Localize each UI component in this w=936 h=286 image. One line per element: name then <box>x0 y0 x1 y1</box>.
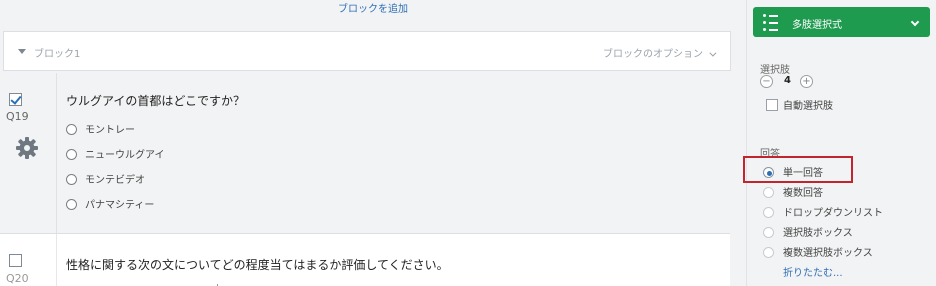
answer-label: 複数選択肢ボックス <box>783 248 873 259</box>
choice-count: 4 <box>784 75 791 86</box>
highlight-box <box>743 156 853 183</box>
question-type-label: 多肢選択式 <box>792 20 842 31</box>
add-block-link[interactable]: ブロックを追加 <box>0 0 746 15</box>
checkbox-icon <box>766 99 778 111</box>
question-select-checkbox[interactable] <box>9 254 22 267</box>
block-options-menu[interactable]: ブロックのオプション <box>603 45 717 60</box>
question-gutter: Q19 <box>0 73 56 233</box>
chevron-down-icon <box>709 49 717 57</box>
auto-choices-label: 自動選択肢 <box>783 101 833 112</box>
answer-option-select-box[interactable]: 選択肢ボックス <box>763 224 853 239</box>
block-header[interactable]: ブロック1 ブロックのオプション <box>3 31 731 71</box>
answer-label: ドロップダウンリスト <box>783 208 883 219</box>
question-number: Q19 <box>6 110 29 123</box>
radio-icon <box>66 198 77 210</box>
answer-option-multi-select-box[interactable]: 複数選択肢ボックス <box>763 244 873 259</box>
auto-choices-checkbox[interactable]: 自動選択肢 <box>766 97 833 112</box>
question-sidebar: 多肢選択式 選択肢 − 4 + 自動選択肢 回答 単一回答 複数回答 ドロップダ… <box>743 0 936 286</box>
choices-section-title: 選択肢 <box>760 65 790 76</box>
question-type-dropdown[interactable]: 多肢選択式 <box>753 7 930 37</box>
chevron-down-icon <box>910 17 920 27</box>
question-select-checkbox[interactable] <box>9 93 22 106</box>
radio-icon <box>763 246 774 258</box>
radio-icon <box>66 123 77 135</box>
radio-icon <box>66 148 77 160</box>
question-q20[interactable]: Q20 性格に関する次の文についてどの程度当てはまるか評価してください。 <box>0 233 730 286</box>
list-icon <box>763 14 781 31</box>
answer-option-multiple[interactable]: 複数回答 <box>763 184 823 199</box>
minus-icon[interactable]: − <box>760 75 773 88</box>
collapse-caret-icon[interactable] <box>18 49 26 54</box>
choice-2[interactable]: ニューウルグアイ <box>66 146 165 161</box>
choice-label: パナマシティー <box>85 200 155 211</box>
choice-3[interactable]: モンテビデオ <box>66 171 145 186</box>
question-text[interactable]: 性格に関する次の文についてどの程度当てはまるか評価してください。 <box>66 256 449 273</box>
survey-editor: ブロックを追加 ブロック1 ブロックのオプション Q19 ウルグアイの首都はどこ… <box>0 0 746 286</box>
question-number: Q20 <box>6 272 29 285</box>
radio-icon <box>763 206 774 218</box>
choice-label: モンテビデオ <box>85 175 145 186</box>
question-text[interactable]: ウルグアイの首都はどこですか？ <box>66 92 245 109</box>
answer-label: 選択肢ボックス <box>783 228 853 239</box>
answer-option-dropdown[interactable]: ドロップダウンリスト <box>763 204 883 219</box>
block-options-label: ブロックのオプション <box>603 49 703 60</box>
choice-label: ニューウルグアイ <box>85 150 165 161</box>
choice-label: モントレー <box>85 125 135 136</box>
answer-label: 複数回答 <box>783 188 823 199</box>
choice-1[interactable]: モントレー <box>66 121 135 136</box>
block-title: ブロック1 <box>34 49 81 60</box>
gear-icon[interactable] <box>15 136 39 160</box>
radio-icon <box>66 173 77 185</box>
plus-icon[interactable]: + <box>800 75 813 88</box>
radio-icon <box>763 186 774 198</box>
question-q19[interactable]: Q19 ウルグアイの首都はどこですか？ モントレー ニューウルグアイ モンテビデ… <box>0 73 746 233</box>
choice-4[interactable]: パナマシティー <box>66 196 154 211</box>
radio-icon <box>763 226 774 238</box>
collapse-link[interactable]: 折りたたむ... <box>783 264 843 279</box>
gutter-divider <box>56 73 57 233</box>
gutter-divider <box>56 234 57 286</box>
